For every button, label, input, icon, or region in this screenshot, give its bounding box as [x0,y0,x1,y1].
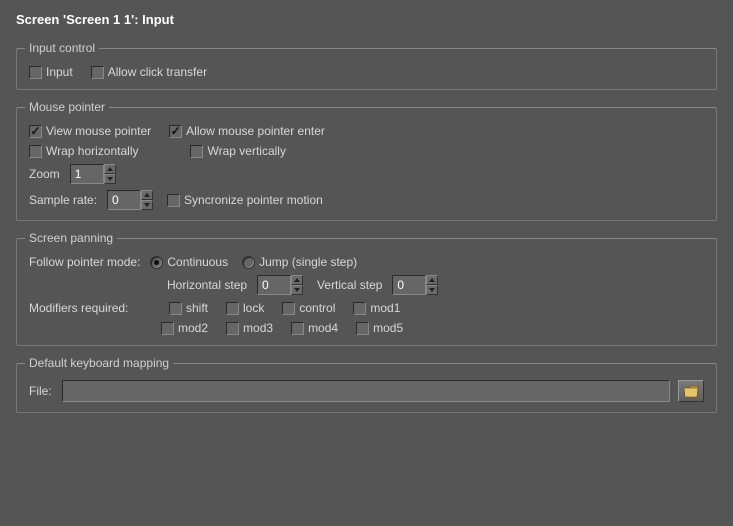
label-horizontal-step: Horizontal step [167,278,247,292]
input-vertical-step[interactable] [392,275,426,295]
label-vertical-step: Vertical step [317,278,382,292]
checkbox-allow-mouse-pointer-enter[interactable] [169,125,182,138]
input-zoom[interactable] [70,164,104,184]
label-view-mouse-pointer: View mouse pointer [46,124,151,138]
checkbox-mod5[interactable] [356,322,369,335]
label-control: control [299,301,335,315]
label-allow-mouse-pointer-enter: Allow mouse pointer enter [186,124,325,138]
legend-keyboard-mapping: Default keyboard mapping [25,356,173,370]
label-lock: lock [243,301,264,315]
label-modifiers-required: Modifiers required: [29,301,149,315]
group-mouse-pointer: Mouse pointer View mouse pointer Allow m… [16,100,717,221]
label-sample-rate: Sample rate: [29,193,97,207]
sample-rate-spinner-up[interactable] [141,190,153,200]
input-horizontal-step[interactable] [257,275,291,295]
vstep-spinner-down[interactable] [426,285,438,295]
label-mod5: mod5 [373,321,403,335]
zoom-spinner-up[interactable] [104,164,116,174]
label-shift: shift [186,301,208,315]
folder-icon [683,385,699,398]
checkbox-wrap-horizontally[interactable] [29,145,42,158]
label-mod2: mod2 [178,321,208,335]
label-sync-pointer-motion: Syncronize pointer motion [184,193,323,207]
radio-jump[interactable] [242,256,255,269]
checkbox-view-mouse-pointer[interactable] [29,125,42,138]
checkbox-mod4[interactable] [291,322,304,335]
checkbox-input[interactable] [29,66,42,79]
checkbox-mod2[interactable] [161,322,174,335]
label-mod1: mod1 [370,301,400,315]
page-title: Screen 'Screen 1 1': Input [16,12,717,27]
checkbox-wrap-vertically[interactable] [190,145,203,158]
input-file[interactable] [62,380,670,402]
label-mod3: mod3 [243,321,273,335]
sample-rate-spinner-down[interactable] [141,200,153,210]
vstep-spinner-up[interactable] [426,275,438,285]
hstep-spinner-down[interactable] [291,285,303,295]
group-input-control: Input control Input Allow click transfer [16,41,717,90]
legend-screen-panning: Screen panning [25,231,117,245]
settings-panel: Screen 'Screen 1 1': Input Input control… [0,0,733,435]
hstep-spinner-up[interactable] [291,275,303,285]
checkbox-control[interactable] [282,302,295,315]
label-jump: Jump (single step) [259,255,357,269]
checkbox-sync-pointer-motion[interactable] [167,194,180,207]
label-continuous: Continuous [167,255,228,269]
radio-continuous[interactable] [150,256,163,269]
label-zoom: Zoom [29,167,60,181]
label-input: Input [46,65,73,79]
zoom-spinner-down[interactable] [104,174,116,184]
group-screen-panning: Screen panning Follow pointer mode: Cont… [16,231,717,346]
checkbox-mod1[interactable] [353,302,366,315]
label-wrap-vertically: Wrap vertically [207,144,285,158]
label-allow-click-transfer: Allow click transfer [108,65,207,79]
checkbox-lock[interactable] [226,302,239,315]
group-keyboard-mapping: Default keyboard mapping File: [16,356,717,413]
label-file: File: [29,384,52,398]
legend-input-control: Input control [25,41,99,55]
checkbox-shift[interactable] [169,302,182,315]
label-mod4: mod4 [308,321,338,335]
checkbox-allow-click-transfer[interactable] [91,66,104,79]
legend-mouse-pointer: Mouse pointer [25,100,109,114]
label-wrap-horizontally: Wrap horizontally [46,144,138,158]
checkbox-mod3[interactable] [226,322,239,335]
browse-button[interactable] [678,380,704,402]
input-sample-rate[interactable] [107,190,141,210]
label-follow-pointer-mode: Follow pointer mode: [29,255,140,269]
